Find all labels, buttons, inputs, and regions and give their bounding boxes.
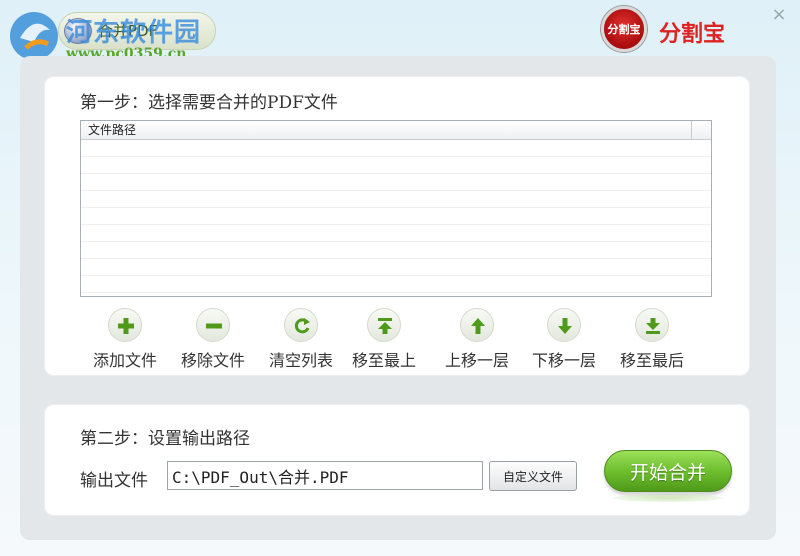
watermark-site-name: 河东软件园 <box>66 18 202 48</box>
list-row <box>81 225 711 242</box>
brand-logo-text: 分割宝 <box>607 23 641 36</box>
add-file-button[interactable]: 添加文件 <box>85 308 165 371</box>
close-button[interactable]: × <box>770 6 788 24</box>
custom-file-button[interactable]: 自定义文件 <box>489 461 577 491</box>
list-row <box>81 208 711 225</box>
list-row <box>81 259 711 276</box>
column-divider <box>691 121 692 139</box>
start-merge-button[interactable]: 开始合并 <box>604 450 732 492</box>
remove-file-label: 移除文件 <box>180 351 245 370</box>
refresh-icon <box>284 308 318 342</box>
move-bottom-label: 移至最后 <box>619 351 684 370</box>
file-path-header-label: 文件路径 <box>88 123 137 137</box>
move-bottom-icon <box>635 308 669 342</box>
move-up-button[interactable]: 上移一层 <box>437 308 517 371</box>
output-path-input[interactable] <box>167 461 483 490</box>
arrow-up-icon <box>460 308 494 342</box>
title-bar: 合并PDF 河东软件园 www.pc0359.cn 分割宝 分割宝 × <box>0 0 800 62</box>
move-top-label: 移至最上 <box>351 351 416 370</box>
brand-logo-icon: 分割宝 <box>601 6 647 52</box>
clear-list-label: 清空列表 <box>268 351 333 370</box>
list-row <box>81 191 711 208</box>
remove-file-button[interactable]: 移除文件 <box>173 308 253 371</box>
plus-icon <box>108 308 142 342</box>
move-up-label: 上移一层 <box>444 351 509 370</box>
clear-list-button[interactable]: 清空列表 <box>261 308 341 371</box>
step2-title: 第二步：设置输出路径 <box>80 429 250 449</box>
move-down-button[interactable]: 下移一层 <box>524 308 604 371</box>
step1-title: 第一步：选择需要合并的PDF文件 <box>80 93 338 113</box>
move-top-button[interactable]: 移至最上 <box>344 308 424 371</box>
output-file-label: 输出文件 <box>80 471 148 491</box>
file-path-column-header[interactable]: 文件路径 <box>81 121 711 140</box>
brand-name: 分割宝 <box>659 22 726 47</box>
list-row <box>81 140 711 157</box>
list-row <box>81 174 711 191</box>
list-row <box>81 242 711 259</box>
file-list[interactable]: 文件路径 <box>80 120 712 297</box>
move-bottom-button[interactable]: 移至最后 <box>612 308 692 371</box>
add-file-label: 添加文件 <box>92 351 157 370</box>
arrow-down-icon <box>547 308 581 342</box>
move-top-icon <box>367 308 401 342</box>
move-down-label: 下移一层 <box>531 351 596 370</box>
list-row <box>81 276 711 293</box>
list-row <box>81 157 711 174</box>
start-button-reflection <box>614 494 722 502</box>
minus-icon <box>196 308 230 342</box>
